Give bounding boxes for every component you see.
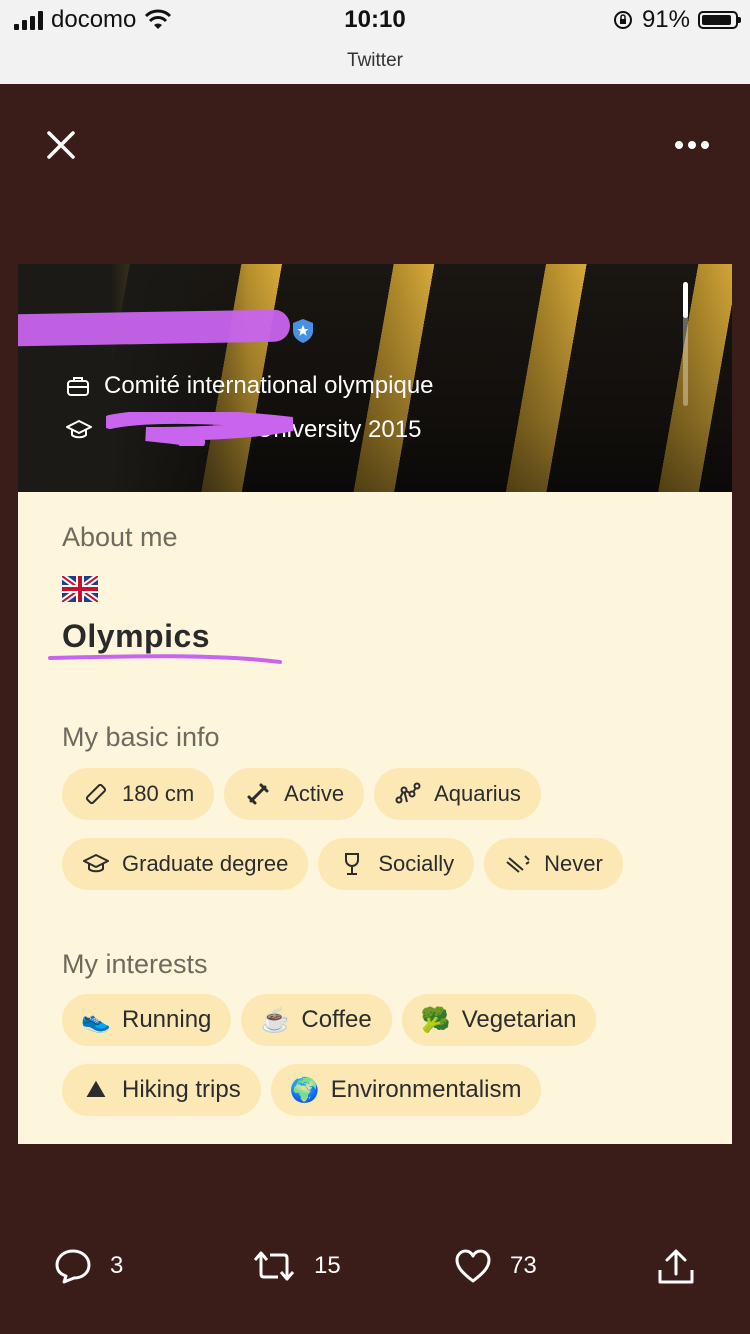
graduation-cap-icon [66,420,92,439]
interest-coffee[interactable]: ☕ Coffee [241,994,392,1046]
work-text: Comité international olympique [104,372,434,399]
retweet-button[interactable]: 15 [252,1248,341,1284]
uk-flag-icon [62,576,98,602]
retweet-count: 15 [314,1252,341,1279]
tweet-image[interactable]: Comité international olympique Universit… [18,264,732,1144]
interest-hiking[interactable]: ⛰ Hiking trips [62,1064,261,1116]
basic-info-title: My basic info [62,722,220,752]
chip-label: Vegetarian [461,1006,577,1033]
battery-level [702,15,732,25]
verified-badge-icon [293,319,313,343]
close-icon [47,131,75,159]
sneaker-icon: 👟 [81,1006,111,1034]
mountain-icon: ⛰ [85,1076,107,1103]
profile-photo: Comité international olympique Universit… [18,264,732,492]
about-title: About me [62,522,178,552]
reply-icon [55,1249,91,1284]
chip-smoking[interactable]: Never [484,838,623,890]
interests-row-2: ⛰ Hiking trips 🌍 Environmentalism [62,1064,542,1116]
dumbbell-icon [244,780,272,808]
ruler-icon [82,780,110,808]
more-icon [675,141,709,149]
interest-environmentalism[interactable]: 🌍 Environmentalism [270,1064,542,1116]
broccoli-icon: 🥦 [420,1006,451,1034]
chip-label: Running [122,1006,212,1033]
chip-label: Graduate degree [122,851,289,876]
chip-drinking[interactable]: Socially [318,838,475,890]
globe-icon: 🌍 [289,1076,320,1104]
interest-running[interactable]: 👟 Running [62,994,232,1046]
chip-label: Environmentalism [330,1076,522,1103]
close-button[interactable] [40,124,82,166]
share-icon [658,1249,694,1284]
name-redaction [18,309,291,347]
bio-highlight [48,654,282,664]
status-right: 91% [612,6,741,34]
chip-label: Hiking trips [122,1076,241,1103]
constellation-icon [394,780,422,808]
orientation-lock-icon [613,11,632,29]
chip-label: Socially [378,851,455,876]
like-count: 73 [510,1252,537,1279]
briefcase-icon [67,377,89,396]
chip-label: Active [284,781,345,806]
battery-icon [698,11,741,29]
chip-activity[interactable]: Active [224,768,365,820]
interests-title: My interests [62,949,208,979]
basic-info-row-2: Graduate degree Socially Never [62,838,623,890]
interests-row-1: 👟 Running ☕ Coffee 🥦 Vegetarian [62,994,597,1046]
reply-button[interactable]: 3 [54,1248,123,1284]
app-title: Twitter [347,50,403,71]
interest-vegetarian[interactable]: 🥦 Vegetarian [401,994,597,1046]
more-options-button[interactable] [666,124,718,166]
no-smoking-icon [504,850,532,878]
coffee-icon: ☕ [260,1006,291,1034]
battery-percent: 91% [641,6,690,33]
retweet-icon [253,1251,295,1281]
chip-education[interactable]: Graduate degree [62,838,309,890]
basic-info-row-1: 180 cm Active Aquarius [62,768,541,820]
scroll-indicator [683,282,688,406]
heart-icon [455,1249,491,1283]
status-bar: docomo 10:10 Twitter 91% [0,0,750,84]
wine-glass-icon [338,850,366,878]
chip-height[interactable]: 180 cm [62,768,215,820]
share-button[interactable] [656,1248,696,1286]
chip-zodiac[interactable]: Aquarius [374,768,541,820]
chip-label: Coffee [301,1006,372,1033]
chip-label: Aquarius [434,781,521,806]
chip-label: 180 cm [122,781,195,806]
graduation-cap-icon [82,850,110,878]
reply-count: 3 [110,1252,124,1279]
chip-label: Never [544,851,603,876]
education-redaction [106,412,294,446]
work-row: Comité international olympique [66,372,434,400]
like-button[interactable]: 73 [454,1248,537,1284]
tweet-actions-bar: 3 15 73 [0,1248,750,1328]
